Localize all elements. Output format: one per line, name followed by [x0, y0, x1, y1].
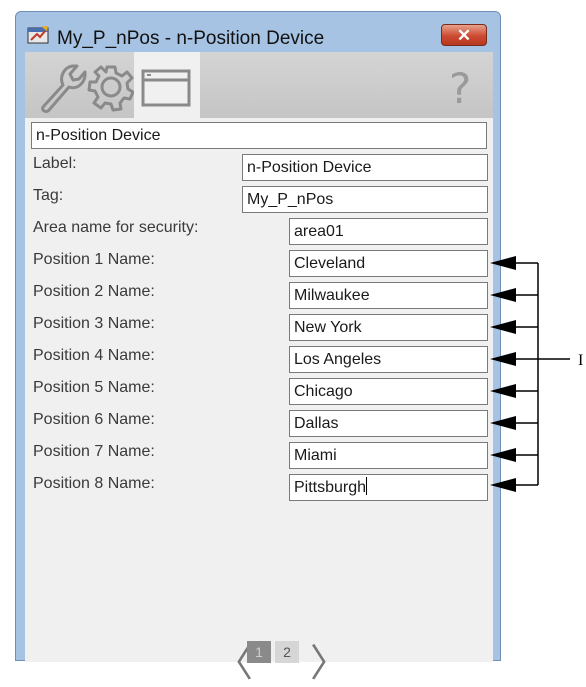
- arrowhead-6: [490, 416, 516, 430]
- arrowhead-4: [490, 352, 516, 366]
- arrowhead-7: [490, 448, 516, 462]
- callout-label: I: [578, 352, 583, 369]
- arrowhead-1: [490, 256, 516, 270]
- arrowhead-5: [490, 384, 516, 398]
- arrowhead-2: [490, 288, 516, 302]
- arrowhead-8: [490, 478, 516, 492]
- arrowhead-3: [490, 320, 516, 334]
- callout-arrows: I: [490, 256, 583, 492]
